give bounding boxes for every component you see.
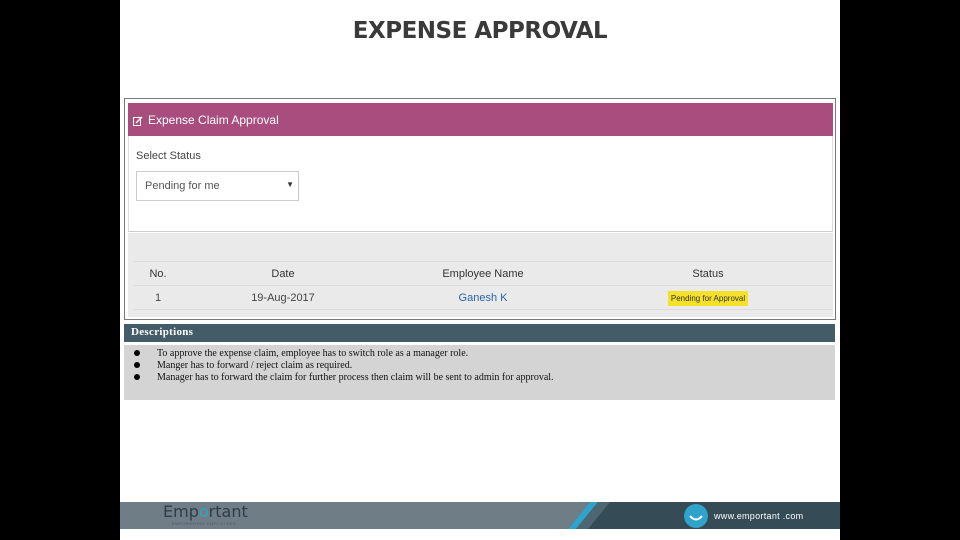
status-badge: Pending for Approval — [667, 290, 749, 306]
table-row: 1 19-Aug-2017 Ganesh K Pending for Appro… — [133, 286, 833, 310]
list-item: Manger has to forward / reject claim as … — [134, 359, 825, 371]
panel-title: Expense Claim Approval — [148, 112, 279, 127]
logo-tagline: EMPOWERING EMPLOYEES — [172, 521, 237, 526]
results-area: No. Date Employee Name Status 1 19-Aug-2… — [128, 233, 833, 317]
descriptions-list: To approve the expense claim, employee h… — [124, 345, 835, 400]
bullet-icon — [134, 374, 140, 380]
employee-link[interactable]: Ganesh K — [459, 292, 508, 304]
header-no: No. — [149, 267, 167, 280]
bullet-icon — [134, 350, 140, 356]
bullet-icon — [134, 362, 140, 368]
header-status: Status — [692, 267, 724, 280]
claims-table: No. Date Employee Name Status 1 19-Aug-2… — [133, 261, 833, 310]
header-date: Date — [271, 267, 295, 280]
footer: Emportant EMPOWERING EMPLOYEES www.empor… — [120, 502, 840, 529]
list-item: To approve the expense claim, employee h… — [134, 347, 825, 359]
smile-logo-icon — [684, 504, 708, 528]
description-text: To approve the expense claim, employee h… — [157, 347, 469, 359]
dropdown-caret-icon: ▼ — [286, 180, 294, 189]
cell-date: 19-Aug-2017 — [251, 291, 315, 304]
app-screenshot: Expense Claim Approval Select Status Pen… — [124, 98, 836, 320]
table-header-row: No. Date Employee Name Status — [133, 262, 833, 286]
slide-title: EXPENSE APPROVAL — [352, 18, 608, 44]
emportant-logo: Emportant — [163, 502, 248, 521]
status-select[interactable]: Pending for me ▼ — [136, 171, 299, 201]
select-status-label: Select Status — [136, 150, 201, 162]
descriptions-heading: Descriptions — [124, 324, 835, 342]
description-text: Manger has to forward / reject claim as … — [157, 359, 353, 371]
status-select-value: Pending for me — [145, 180, 220, 192]
website-url[interactable]: www.emportant .com — [714, 511, 803, 521]
list-item: Manager has to forward the claim for fur… — [134, 371, 825, 383]
cell-no: 1 — [154, 291, 162, 304]
description-text: Manager has to forward the claim for fur… — [157, 371, 554, 383]
panel-header: Expense Claim Approval — [128, 103, 833, 136]
panel-body: Select Status Pending for me ▼ — [128, 136, 833, 232]
edit-icon — [133, 115, 143, 126]
slide: EXPENSE APPROVAL Expense Claim Approval … — [120, 0, 840, 540]
header-employee: Employee Name — [442, 267, 524, 280]
